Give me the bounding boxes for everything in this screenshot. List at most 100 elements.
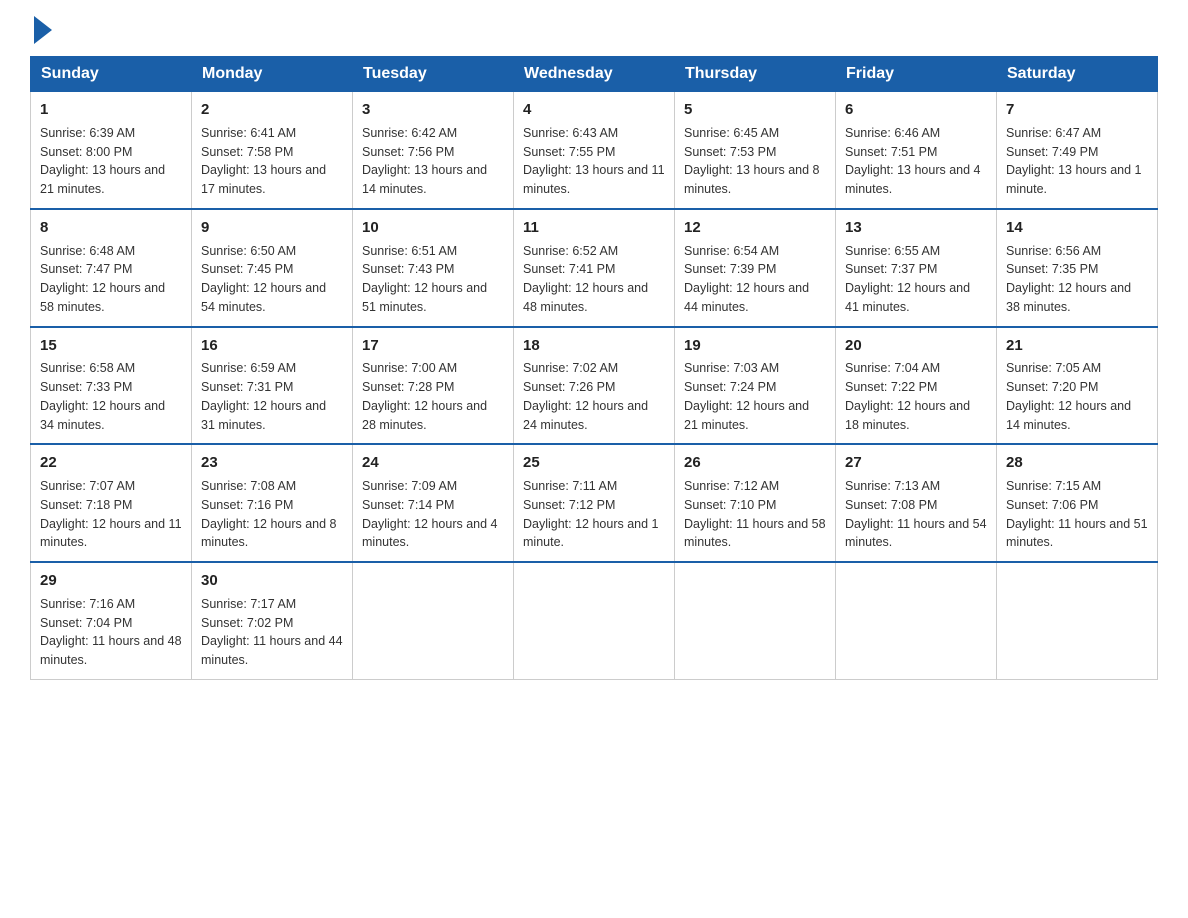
day-number: 11 (523, 217, 665, 239)
weekday-header-wednesday: Wednesday (514, 57, 675, 92)
calendar-day-cell: 24 Sunrise: 7:09 AMSunset: 7:14 PMDayligh… (353, 444, 514, 562)
calendar-day-cell: 23Sunrise: 7:08 AMSunset: 7:16 PMDayligh… (192, 444, 353, 562)
calendar-day-cell: 15Sunrise: 6:58 AMSunset: 7:33 PMDayligh… (31, 327, 192, 445)
day-info: Sunrise: 6:41 AMSunset: 7:58 PMDaylight:… (201, 124, 343, 199)
calendar-day-cell: 19Sunrise: 7:03 AMSunset: 7:24 PMDayligh… (675, 327, 836, 445)
day-info: Sunrise: 7:11 AMSunset: 7:12 PMDaylight:… (523, 477, 665, 552)
calendar-day-cell: 4 Sunrise: 6:43 AMSunset: 7:55 PMDaylight… (514, 92, 675, 209)
day-info: Sunrise: 6:59 AMSunset: 7:31 PMDaylight:… (201, 359, 343, 434)
calendar-day-cell: 7 Sunrise: 6:47 AMSunset: 7:49 PMDaylight… (997, 92, 1158, 209)
day-info: Sunrise: 6:51 AMSunset: 7:43 PMDaylight:… (362, 242, 504, 317)
day-info: Sunrise: 6:43 AMSunset: 7:55 PMDaylight:… (523, 124, 665, 199)
calendar-week-row: 1 Sunrise: 6:39 AMSunset: 8:00 PMDaylight… (31, 92, 1158, 209)
day-info: Sunrise: 7:05 AMSunset: 7:20 PMDaylight:… (1006, 359, 1148, 434)
day-info: Sunrise: 6:56 AMSunset: 7:35 PMDaylight:… (1006, 242, 1148, 317)
calendar-week-row: 22 Sunrise: 7:07 AMSunset: 7:18 PMDayligh… (31, 444, 1158, 562)
day-number: 28 (1006, 452, 1148, 474)
day-number: 25 (523, 452, 665, 474)
calendar-day-cell: 16Sunrise: 6:59 AMSunset: 7:31 PMDayligh… (192, 327, 353, 445)
day-info: Sunrise: 7:08 AMSunset: 7:16 PMDaylight:… (201, 477, 343, 552)
day-info: Sunrise: 7:09 AMSunset: 7:14 PMDaylight:… (362, 477, 504, 552)
day-info: Sunrise: 6:54 AMSunset: 7:39 PMDaylight:… (684, 242, 826, 317)
day-info: Sunrise: 7:00 AMSunset: 7:28 PMDaylight:… (362, 359, 504, 434)
weekday-header-saturday: Saturday (997, 57, 1158, 92)
day-info: Sunrise: 6:48 AMSunset: 7:47 PMDaylight:… (40, 242, 182, 317)
day-info: Sunrise: 7:15 AMSunset: 7:06 PMDaylight:… (1006, 477, 1148, 552)
day-info: Sunrise: 7:12 AMSunset: 7:10 PMDaylight:… (684, 477, 826, 552)
logo (30, 20, 52, 38)
calendar-day-cell (514, 562, 675, 679)
day-info: Sunrise: 6:46 AMSunset: 7:51 PMDaylight:… (845, 124, 987, 199)
day-number: 20 (845, 335, 987, 357)
calendar-day-cell: 28 Sunrise: 7:15 AMSunset: 7:06 PMDayligh… (997, 444, 1158, 562)
day-number: 9 (201, 217, 343, 239)
day-info: Sunrise: 6:47 AMSunset: 7:49 PMDaylight:… (1006, 124, 1148, 199)
calendar-day-cell: 14 Sunrise: 6:56 AMSunset: 7:35 PMDayligh… (997, 209, 1158, 327)
day-number: 22 (40, 452, 182, 474)
day-number: 12 (684, 217, 826, 239)
day-number: 18 (523, 335, 665, 357)
day-info: Sunrise: 7:17 AMSunset: 7:02 PMDaylight:… (201, 595, 343, 670)
calendar-week-row: 29Sunrise: 7:16 AMSunset: 7:04 PMDayligh… (31, 562, 1158, 679)
calendar-day-cell: 26 Sunrise: 7:12 AMSunset: 7:10 PMDayligh… (675, 444, 836, 562)
day-number: 17 (362, 335, 504, 357)
day-info: Sunrise: 6:42 AMSunset: 7:56 PMDaylight:… (362, 124, 504, 199)
day-number: 4 (523, 99, 665, 121)
calendar-day-cell (353, 562, 514, 679)
day-number: 27 (845, 452, 987, 474)
logo-arrow-icon (34, 16, 52, 44)
calendar-day-cell: 5Sunrise: 6:45 AMSunset: 7:53 PMDaylight… (675, 92, 836, 209)
day-info: Sunrise: 7:04 AMSunset: 7:22 PMDaylight:… (845, 359, 987, 434)
day-number: 19 (684, 335, 826, 357)
weekday-header-sunday: Sunday (31, 57, 192, 92)
day-number: 10 (362, 217, 504, 239)
day-number: 6 (845, 99, 987, 121)
calendar-day-cell: 21Sunrise: 7:05 AMSunset: 7:20 PMDayligh… (997, 327, 1158, 445)
day-number: 15 (40, 335, 182, 357)
day-number: 21 (1006, 335, 1148, 357)
calendar-day-cell: 10 Sunrise: 6:51 AMSunset: 7:43 PMDayligh… (353, 209, 514, 327)
weekday-header-row: SundayMondayTuesdayWednesdayThursdayFrid… (31, 57, 1158, 92)
day-info: Sunrise: 6:58 AMSunset: 7:33 PMDaylight:… (40, 359, 182, 434)
day-info: Sunrise: 6:50 AMSunset: 7:45 PMDaylight:… (201, 242, 343, 317)
day-info: Sunrise: 7:13 AMSunset: 7:08 PMDaylight:… (845, 477, 987, 552)
day-info: Sunrise: 6:45 AMSunset: 7:53 PMDaylight:… (684, 124, 826, 199)
calendar-day-cell: 17Sunrise: 7:00 AMSunset: 7:28 PMDayligh… (353, 327, 514, 445)
day-number: 1 (40, 99, 182, 121)
calendar-day-cell: 6 Sunrise: 6:46 AMSunset: 7:51 PMDaylight… (836, 92, 997, 209)
calendar-day-cell: 9 Sunrise: 6:50 AMSunset: 7:45 PMDaylight… (192, 209, 353, 327)
calendar-day-cell: 18Sunrise: 7:02 AMSunset: 7:26 PMDayligh… (514, 327, 675, 445)
day-info: Sunrise: 6:39 AMSunset: 8:00 PMDaylight:… (40, 124, 182, 199)
day-number: 26 (684, 452, 826, 474)
calendar-week-row: 15Sunrise: 6:58 AMSunset: 7:33 PMDayligh… (31, 327, 1158, 445)
day-number: 8 (40, 217, 182, 239)
calendar-day-cell (836, 562, 997, 679)
calendar-day-cell: 29Sunrise: 7:16 AMSunset: 7:04 PMDayligh… (31, 562, 192, 679)
day-info: Sunrise: 7:03 AMSunset: 7:24 PMDaylight:… (684, 359, 826, 434)
calendar-day-cell: 2Sunrise: 6:41 AMSunset: 7:58 PMDaylight… (192, 92, 353, 209)
calendar-day-cell: 27 Sunrise: 7:13 AMSunset: 7:08 PMDayligh… (836, 444, 997, 562)
day-number: 30 (201, 570, 343, 592)
day-number: 24 (362, 452, 504, 474)
day-info: Sunrise: 7:02 AMSunset: 7:26 PMDaylight:… (523, 359, 665, 434)
calendar-day-cell: 30 Sunrise: 7:17 AMSunset: 7:02 PMDayligh… (192, 562, 353, 679)
calendar-day-cell: 20Sunrise: 7:04 AMSunset: 7:22 PMDayligh… (836, 327, 997, 445)
weekday-header-tuesday: Tuesday (353, 57, 514, 92)
calendar-table: SundayMondayTuesdayWednesdayThursdayFrid… (30, 56, 1158, 680)
calendar-day-cell (997, 562, 1158, 679)
day-info: Sunrise: 7:07 AMSunset: 7:18 PMDaylight:… (40, 477, 182, 552)
calendar-day-cell: 1 Sunrise: 6:39 AMSunset: 8:00 PMDaylight… (31, 92, 192, 209)
day-number: 7 (1006, 99, 1148, 121)
day-info: Sunrise: 6:52 AMSunset: 7:41 PMDaylight:… (523, 242, 665, 317)
day-number: 29 (40, 570, 182, 592)
calendar-day-cell: 22 Sunrise: 7:07 AMSunset: 7:18 PMDayligh… (31, 444, 192, 562)
calendar-week-row: 8 Sunrise: 6:48 AMSunset: 7:47 PMDaylight… (31, 209, 1158, 327)
calendar-day-cell: 25 Sunrise: 7:11 AMSunset: 7:12 PMDayligh… (514, 444, 675, 562)
weekday-header-friday: Friday (836, 57, 997, 92)
day-number: 13 (845, 217, 987, 239)
day-number: 14 (1006, 217, 1148, 239)
day-number: 16 (201, 335, 343, 357)
weekday-header-thursday: Thursday (675, 57, 836, 92)
calendar-day-cell: 8 Sunrise: 6:48 AMSunset: 7:47 PMDaylight… (31, 209, 192, 327)
calendar-day-cell (675, 562, 836, 679)
